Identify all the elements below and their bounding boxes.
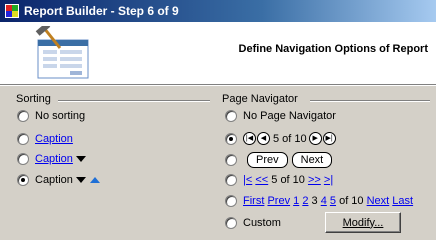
nav-text-first: |<: [243, 174, 253, 186]
nav-none-radio[interactable]: [225, 110, 237, 122]
nav-buttons-radio[interactable]: [225, 154, 237, 166]
sort-option-none[interactable]: No sorting: [17, 110, 85, 122]
modify-button[interactable]: Modify...: [325, 212, 401, 233]
sort-caption-arrows-label: Caption: [35, 174, 73, 186]
sort-descending-arrow-icon: [75, 177, 86, 183]
next-page-icon: ▶: [308, 132, 322, 145]
wizard-header: Define Navigation Options of Report: [0, 22, 436, 85]
sorting-group-label: Sorting: [16, 93, 51, 105]
window-title: Report Builder - Step 6 of 9: [24, 4, 179, 18]
sorting-group-line: [58, 100, 210, 102]
sort-caption-link[interactable]: Caption: [35, 133, 73, 145]
sort-none-radio[interactable]: [17, 110, 29, 122]
nav-text-radio[interactable]: [225, 174, 237, 186]
header-divider: [0, 85, 436, 86]
app-icon: [5, 4, 19, 18]
nav-option-text[interactable]: |< << 5 of 10 >> >|: [225, 174, 333, 186]
nav-links-page: 1: [293, 195, 300, 207]
next-pill-button: Next: [291, 152, 333, 168]
nav-links-last: Last: [392, 195, 414, 207]
nav-option-none[interactable]: No Page Navigator: [225, 110, 336, 122]
nav-text-prev: <<: [255, 174, 269, 186]
nav-custom-radio[interactable]: [225, 217, 237, 229]
navigator-group-line: [310, 100, 430, 102]
nav-links-page: 2: [302, 195, 309, 207]
nav-links-of: of 10: [339, 195, 364, 207]
nav-text-last: >|: [323, 174, 334, 186]
nav-links-page: 4: [320, 195, 327, 207]
page-title: Define Navigation Options of Report: [238, 43, 428, 55]
nav-links-current: 3: [311, 195, 318, 207]
nav-links-next: Next: [366, 195, 390, 207]
sort-caption-arrow-radio[interactable]: [17, 153, 29, 165]
sort-ascending-arrow-icon: [89, 177, 100, 183]
nav-links-radio[interactable]: [225, 195, 237, 207]
nav-option-links[interactable]: First Prev 1 2 3 4 5 of 10 Next Last: [225, 195, 413, 207]
title-bar: Report Builder - Step 6 of 9: [0, 0, 436, 22]
sort-caption-arrow-link[interactable]: Caption: [35, 153, 73, 165]
first-page-icon: |◀: [243, 132, 256, 145]
nav-links-prev: Prev: [267, 195, 291, 207]
sort-caption-arrows-radio[interactable]: [17, 174, 29, 186]
sort-option-caption-arrows[interactable]: Caption: [17, 174, 100, 186]
nav-option-buttons[interactable]: Prev Next: [225, 152, 336, 168]
sort-descending-arrow-icon: [75, 156, 86, 162]
nav-none-label: No Page Navigator: [243, 110, 336, 122]
prev-pill-button: Prev: [247, 152, 288, 168]
nav-option-custom[interactable]: Custom: [225, 217, 281, 229]
nav-text-middle: 5 of 10: [271, 174, 305, 186]
sort-option-caption-link[interactable]: Caption: [17, 133, 73, 145]
nav-icons-radio[interactable]: [225, 132, 237, 145]
nav-option-icons[interactable]: |◀ ◀ 5 of 10 ▶ ▶|: [225, 132, 337, 145]
report-builder-wizard-icon: [35, 26, 89, 79]
modify-button-label: Modify...: [342, 216, 384, 229]
last-page-icon: ▶|: [322, 132, 336, 145]
nav-text-next: >>: [307, 174, 321, 186]
navigator-group-label: Page Navigator: [222, 93, 298, 105]
nav-custom-label: Custom: [243, 217, 281, 229]
nav-links-page: 5: [329, 195, 337, 207]
sort-none-label: No sorting: [35, 110, 86, 122]
sort-caption-link-radio[interactable]: [17, 133, 29, 145]
sort-option-caption-arrow[interactable]: Caption: [17, 153, 86, 165]
nav-icons-text: 5 of 10: [273, 132, 307, 145]
prev-page-icon: ◀: [257, 132, 270, 145]
nav-links-first: First: [243, 195, 265, 207]
